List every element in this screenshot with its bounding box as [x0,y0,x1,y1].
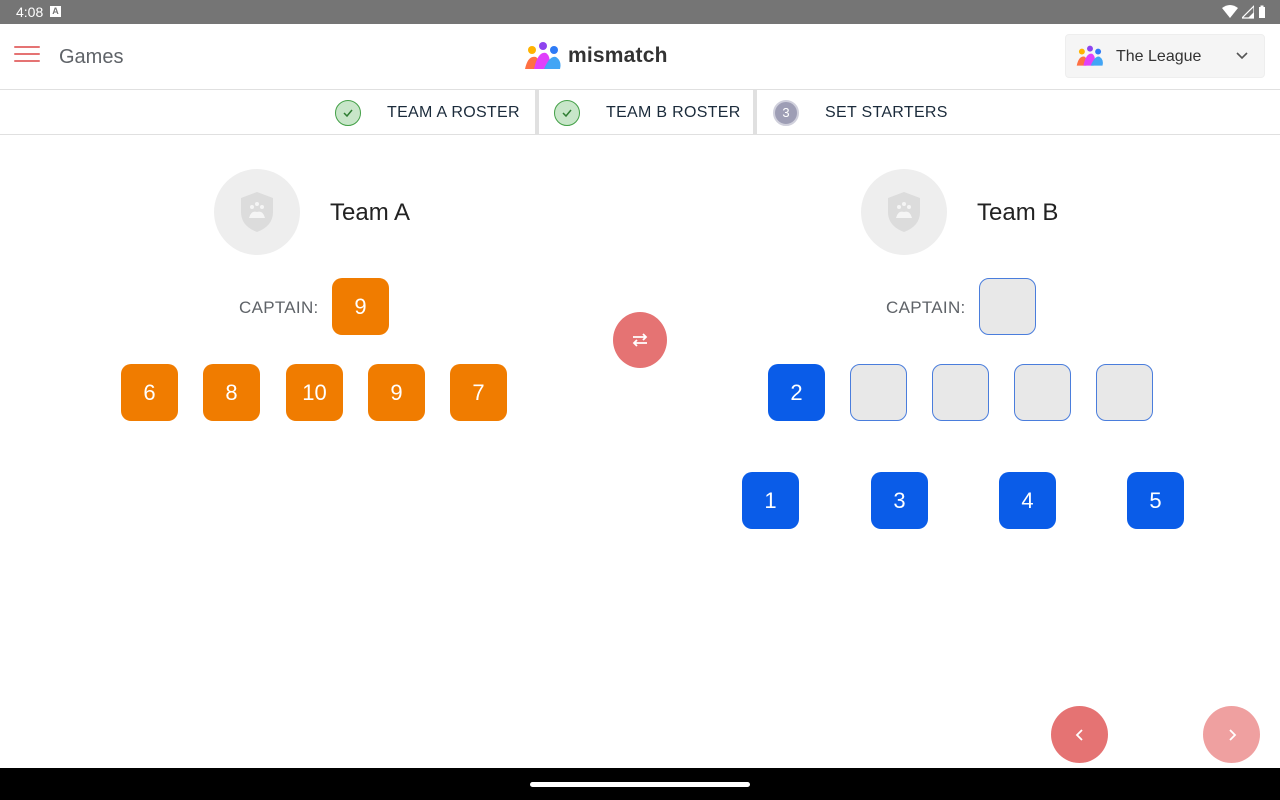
step-number-icon: 3 [773,99,799,126]
step-team-b-roster[interactable]: TEAM B ROSTER [554,90,741,135]
app-bar: Games mismatch The League [0,24,1280,90]
system-navigation-bar [0,768,1280,800]
team-b-starter-tile[interactable]: 2 [768,364,825,421]
team-a-starter-tile[interactable]: 10 [286,364,343,421]
team-a-captain-label: CAPTAIN: [239,298,319,317]
stepper: TEAM A ROSTER TEAM B ROSTER 3 SET STARTE… [0,90,1280,135]
team-a-avatar [214,169,300,255]
chevron-left-icon [1075,728,1083,741]
team-b-starter-slot[interactable] [1014,364,1071,421]
logo-text: mismatch [568,44,668,67]
wifi-icon [1222,5,1238,18]
mismatch-logo-icon [525,42,561,69]
status-bar: 4:08 A [0,0,1280,24]
league-logo-icon [1076,45,1103,66]
chevron-down-icon [1236,52,1248,60]
team-a-name: Team A [330,199,411,226]
team-a-starter-tile[interactable]: 8 [203,364,260,421]
team-b-captain-slot[interactable] [979,278,1036,335]
home-gesture-handle[interactable] [530,782,750,787]
swap-horizontal-icon [632,333,648,347]
step-divider [753,90,757,135]
previous-button[interactable] [1051,706,1108,763]
team-a-captain-tile[interactable]: 9 [332,278,389,335]
team-a-starter-tile[interactable]: 6 [121,364,178,421]
step-label: SET STARTERS [825,103,948,121]
check-icon [335,99,361,126]
swap-teams-button[interactable] [613,312,667,368]
next-button[interactable] [1203,706,1260,763]
team-b-bench-tile[interactable]: 5 [1127,472,1184,529]
team-b-bench-tile[interactable]: 4 [999,472,1056,529]
team-b-bench-tile[interactable]: 3 [871,472,928,529]
status-time: 4:08 [16,4,44,20]
step-set-starters[interactable]: 3 SET STARTERS [773,90,948,135]
step-team-a-roster[interactable]: TEAM A ROSTER [335,90,520,135]
notification-icon: A [50,6,61,17]
team-b-avatar [861,169,947,255]
league-selected-value: The League [1116,48,1202,65]
league-selector[interactable]: The League [1065,34,1265,78]
step-divider [535,90,539,135]
step-label: TEAM A ROSTER [387,103,520,121]
page-title: Games [59,46,124,68]
team-a-starter-tile[interactable]: 9 [368,364,425,421]
team-b-captain-label: CAPTAIN: [886,298,966,317]
shield-icon [241,192,273,232]
team-b-starter-slot[interactable] [1096,364,1153,421]
hamburger-icon[interactable] [14,46,40,68]
check-icon [554,99,580,126]
team-b-starter-slot[interactable] [932,364,989,421]
team-b-name: Team B [977,199,1059,226]
shield-icon [888,192,920,232]
chevron-right-icon [1228,728,1236,741]
system-icons [1222,5,1266,19]
step-label: TEAM B ROSTER [606,103,741,121]
battery-icon [1259,5,1265,18]
app-logo: mismatch [524,41,668,71]
team-a-starter-tile[interactable]: 7 [450,364,507,421]
team-b-starter-slot[interactable] [850,364,907,421]
signal-icon [1242,5,1254,19]
team-b-bench-tile[interactable]: 1 [742,472,799,529]
